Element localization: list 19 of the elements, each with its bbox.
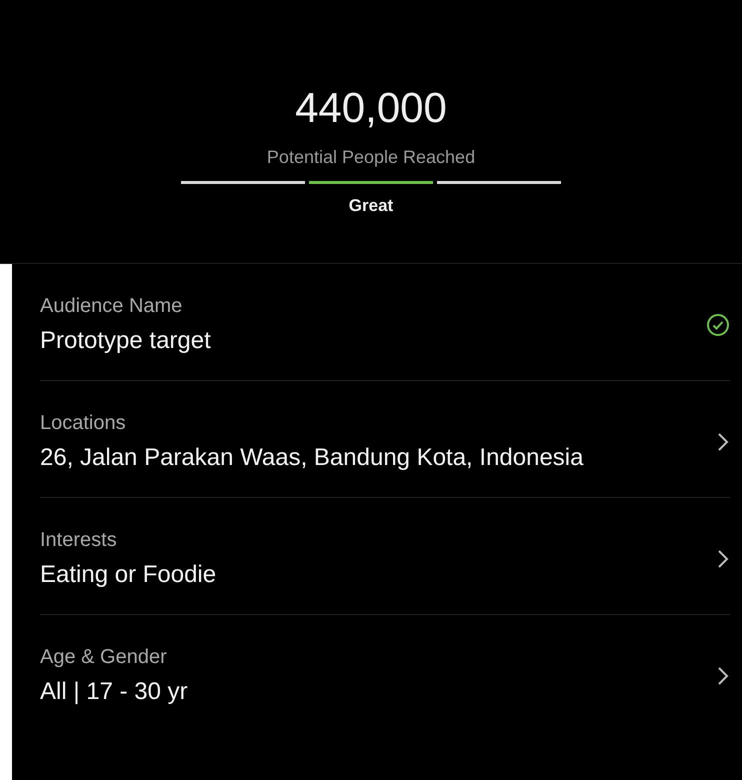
reach-rating: Great [348, 196, 394, 216]
field-value: 26, Jalan Parakan Waas, Bandung Kota, Indonesia [40, 443, 584, 473]
audience-field-row[interactable]: Locations 26, Jalan Parakan Waas, Bandung Kota, Indonesia [40, 381, 730, 498]
field-label: Age & Gender [40, 645, 168, 669]
chevron-right-icon[interactable] [716, 665, 730, 687]
field-label: Locations [40, 411, 127, 435]
field-value: Eating or Foodie [40, 560, 216, 590]
reach-count: 440,000 [295, 84, 447, 132]
audience-field-row[interactable]: Audience Name Prototype target [40, 264, 730, 381]
check-circle-icon [706, 313, 730, 337]
field-label: Interests [40, 528, 118, 552]
field-value: All | 17 - 30 yr [40, 677, 188, 707]
field-value: Prototype target [40, 326, 211, 356]
reach-caption: Potential People Reached [266, 146, 476, 168]
chevron-right-icon[interactable] [716, 548, 730, 570]
audience-field-row[interactable]: Age & Gender All | 17 - 30 yr [40, 615, 730, 731]
chevron-right-icon[interactable] [716, 431, 730, 453]
audience-field-row[interactable]: Interests Eating or Foodie [40, 498, 730, 615]
field-label: Audience Name [40, 294, 184, 318]
